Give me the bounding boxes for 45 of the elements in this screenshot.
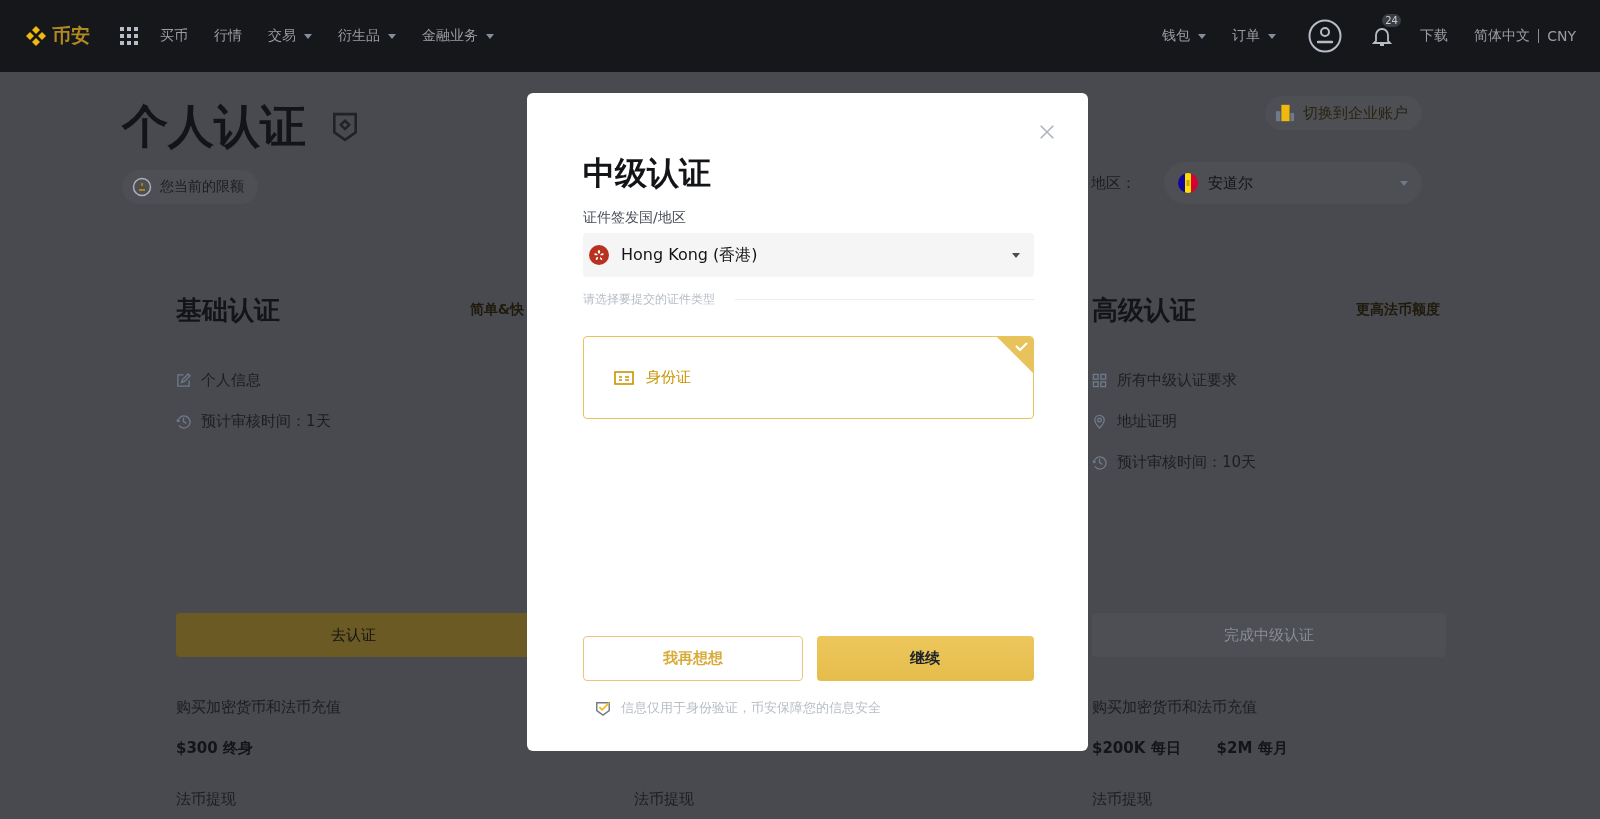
building-icon bbox=[1275, 103, 1295, 123]
nav-menu-item[interactable]: 衍生品 bbox=[338, 27, 396, 45]
dialog-title: 中级认证 bbox=[583, 153, 712, 194]
country-select[interactable]: Hong Kong (香港) bbox=[583, 233, 1034, 277]
download-link[interactable]: 下载 bbox=[1420, 27, 1449, 45]
shield-icon bbox=[332, 112, 358, 142]
grid-icon bbox=[1092, 373, 1107, 388]
clock-icon bbox=[1092, 455, 1107, 470]
logo-text: 币安 bbox=[52, 23, 90, 48]
clock-icon bbox=[176, 414, 191, 429]
nav-menu-item[interactable]: 买币 bbox=[160, 27, 188, 45]
selected-check-icon bbox=[997, 337, 1033, 373]
continue-button[interactable]: 继续 bbox=[816, 636, 1034, 681]
nav-menu-item[interactable]: 行情 bbox=[214, 27, 242, 45]
dropdown-arrow-icon bbox=[1400, 180, 1408, 186]
user-profile-icon[interactable] bbox=[1308, 19, 1343, 53]
nav-menu-item[interactable]: 金融业务 bbox=[422, 27, 494, 45]
logo[interactable]: 币安 bbox=[24, 23, 90, 49]
info-circle-icon bbox=[132, 177, 152, 197]
currency-selector[interactable]: CNY bbox=[1547, 28, 1576, 44]
level-title: 高级认证 bbox=[1092, 293, 1196, 327]
level-tag: 更高法币额度 bbox=[1356, 301, 1440, 319]
switch-account-label: 切换到企业账户 bbox=[1303, 103, 1408, 123]
notification-badge: 24 bbox=[1382, 14, 1401, 27]
level-title: 基础认证 bbox=[176, 293, 280, 327]
edit-icon bbox=[176, 373, 191, 388]
limit-value: $300 终身 bbox=[176, 739, 253, 759]
diamond-logo-icon bbox=[24, 24, 48, 48]
language-selector[interactable]: 简体中文 bbox=[1474, 27, 1531, 45]
nav-menu-item[interactable]: 交易 bbox=[268, 27, 312, 45]
page-title: 个人认证 bbox=[122, 98, 306, 155]
nav-menu-item[interactable]: 钱包 bbox=[1162, 27, 1207, 45]
dropdown-arrow-icon bbox=[1012, 252, 1020, 258]
id-card-icon bbox=[614, 369, 634, 386]
location-pin-icon bbox=[1092, 414, 1107, 429]
limit-value: $2M 每月 bbox=[1216, 739, 1288, 759]
country-label: 证件签发国/地区 bbox=[583, 209, 687, 227]
app-grid-icon[interactable] bbox=[120, 27, 138, 45]
flag-icon bbox=[1178, 173, 1198, 193]
flower-flag-icon bbox=[589, 245, 609, 265]
privacy-note: 信息仅用于身份验证，币安保障您的信息安全 bbox=[621, 699, 881, 717]
limit-value: $200K 每日 bbox=[1092, 739, 1181, 759]
level-tag: 简单&快 bbox=[469, 301, 524, 319]
document-type-label: 请选择要提交的证件类型 bbox=[583, 291, 715, 308]
nav-menu-item[interactable]: 订单 bbox=[1232, 27, 1277, 45]
